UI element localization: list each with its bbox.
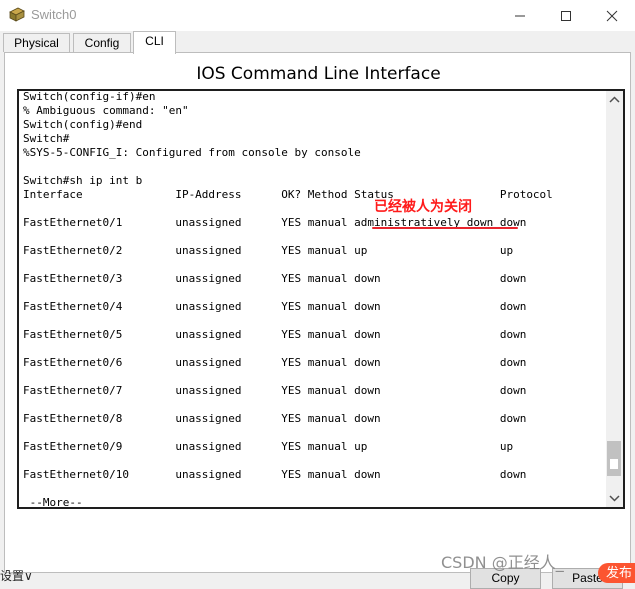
terminal-line: FastEthernet0/10 unassigned YES manual d… [23,468,527,481]
tab-cli[interactable]: CLI [133,31,176,54]
panel-title: IOS Command Line Interface [196,64,441,84]
terminal-line: FastEthernet0/5 unassigned YES manual do… [23,328,527,341]
close-icon [606,10,618,22]
scrollbar-thumb[interactable] [607,441,621,476]
terminal-line: FastEthernet0/8 unassigned YES manual do… [23,412,527,425]
terminal-line: Interface IP-Address OK? Method Status P… [23,188,553,201]
terminal-line: Switch(config-if)#en [23,90,156,103]
tab-config[interactable]: Config [73,33,131,52]
maximize-icon [561,11,571,21]
terminal-line: Switch#sh ip int b [23,174,143,187]
close-button[interactable] [589,0,635,31]
terminal-line: FastEthernet0/6 unassigned YES manual do… [23,356,527,369]
terminal-line: Switch# [23,132,70,145]
minimize-button[interactable] [497,0,543,31]
minimize-icon [515,15,525,17]
settings-label: 设置 [0,569,25,583]
annotation-label: 已经被人为关闭 [374,199,472,215]
window-titlebar: Switch0 [0,0,635,31]
publish-button-stub[interactable]: 发布 [598,563,635,583]
terminal-line: --More-- [23,496,83,509]
terminal-line: FastEthernet0/7 unassigned YES manual do… [23,384,527,397]
terminal-line: FastEthernet0/3 unassigned YES manual do… [23,272,527,285]
annotation-underline [372,227,518,229]
cli-panel: IOS Command Line Interface Switch(config… [4,52,631,589]
tab-physical[interactable]: Physical [3,33,70,52]
terminal-line: FastEthernet0/1 unassigned YES manual ad… [23,216,527,229]
window-title: Switch0 [31,7,77,22]
terminal-text: Switch(config-if)#en% Ambiguous command:… [23,90,607,509]
settings-menu-stub[interactable]: 设置∨ [0,567,33,584]
scroll-up-icon[interactable] [609,95,620,105]
chevron-down-icon: ∨ [24,569,33,583]
terminal-line: FastEthernet0/4 unassigned YES manual do… [23,300,527,313]
maximize-button[interactable] [543,0,589,31]
terminal-line: Switch(config)#end [23,118,143,131]
terminal-line: FastEthernet0/9 unassigned YES manual up… [23,440,514,453]
terminal-scrollbar[interactable] [606,91,623,507]
terminal-line: % Ambiguous command: "en" [23,104,189,117]
tab-strip: Physical Config CLI [0,31,635,54]
terminal-line: %SYS-5-CONFIG_I: Configured from console… [23,146,361,159]
watermark: CSDN @正经人_ [441,553,564,572]
scroll-down-icon[interactable] [609,493,620,503]
terminal-output[interactable]: Switch(config-if)#en% Ambiguous command:… [17,89,625,509]
switch-app-icon [9,7,25,22]
terminal-line: FastEthernet0/2 unassigned YES manual up… [23,244,514,257]
